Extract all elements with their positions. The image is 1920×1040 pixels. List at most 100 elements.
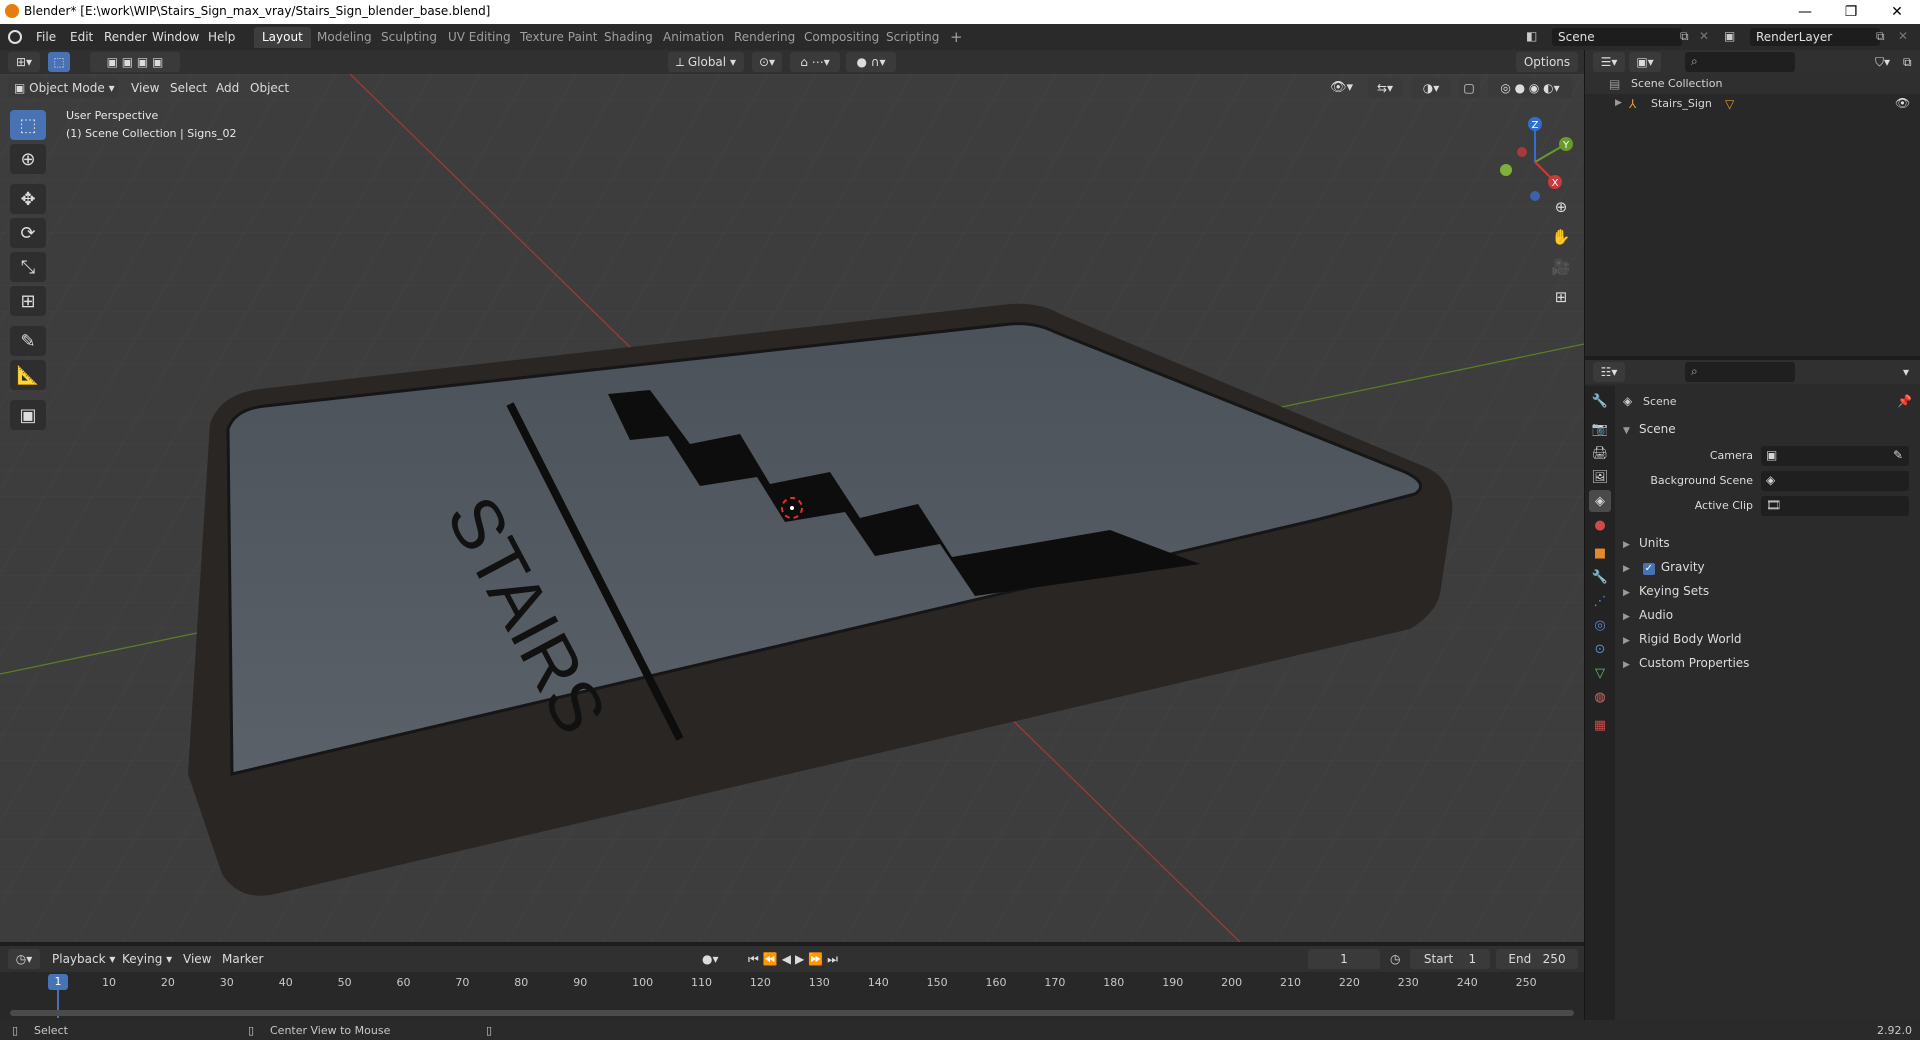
shading-mode-buttons[interactable]: ◎ ● ◉ ◐▾ — [1488, 78, 1572, 98]
camera-view-icon[interactable]: 🎥 — [1548, 254, 1574, 280]
new-collection-icon[interactable]: ⧉ — [1903, 52, 1912, 72]
select-box-tool[interactable]: ⬚ — [10, 110, 46, 140]
maximize-button[interactable]: ❐ — [1828, 0, 1874, 24]
perspective-toggle-icon[interactable]: ⊞ — [1548, 284, 1574, 310]
playhead-label[interactable]: 1 — [48, 974, 68, 990]
scene-panel-header[interactable]: ▼ Scene — [1623, 422, 1676, 436]
pan-hand-icon[interactable]: ✋ — [1548, 224, 1574, 250]
properties-search-input[interactable]: ⌕ — [1685, 362, 1795, 382]
xray-toggle[interactable]: ▢ — [1458, 78, 1480, 98]
outliner-editor-type[interactable]: ☰▾ — [1593, 52, 1625, 72]
gravity-section[interactable]: ▶ ✓ Gravity — [1623, 560, 1705, 575]
menu-marker[interactable]: Marker — [222, 949, 263, 969]
menu-playback[interactable]: Playback ▾ — [52, 949, 115, 969]
gizmo-toggle[interactable]: ⇆▾ — [1368, 78, 1402, 98]
expand-triangle-icon[interactable]: ▶ — [1615, 98, 1622, 108]
scene-field[interactable]: Scene — [1552, 28, 1682, 46]
tab-texture-paint[interactable]: Texture Paint — [512, 27, 605, 48]
physics-tab-icon[interactable]: ◎ — [1589, 614, 1611, 636]
overlays-toggle[interactable]: ◑▾ — [1412, 78, 1450, 98]
new-scene-icon[interactable]: ⧉ — [1680, 29, 1689, 44]
timeline-area[interactable]: 10 20 30 40 50 60 70 80 90 100 110 120 130 140 150 160 1… — [0, 972, 1584, 1020]
transform-orientation-dropdown[interactable]: ⟂ Global ▾ — [668, 52, 744, 72]
selection-mode-buttons[interactable]: ▣ ▣ ▣ ▣ — [90, 52, 180, 72]
timeline-editor-type[interactable]: ◷▾ — [8, 949, 40, 969]
custom-properties-section[interactable]: ▶ Custom Properties — [1623, 656, 1749, 670]
menu-file[interactable]: File — [30, 28, 62, 46]
tab-compositing[interactable]: Compositing — [796, 27, 887, 48]
measure-tool[interactable]: 📐 — [10, 360, 46, 390]
filter-icon[interactable]: ⛉▾ — [1875, 52, 1890, 72]
menu-help[interactable]: Help — [202, 28, 241, 46]
auto-keying-icon[interactable]: ●▾ — [702, 949, 719, 969]
properties-editor-type[interactable]: ☷▾ — [1593, 362, 1625, 382]
render-layer-icon[interactable]: ▣ — [1724, 29, 1735, 43]
output-tab-icon[interactable]: 🖨 — [1589, 442, 1611, 464]
render-layer-field[interactable]: RenderLayer — [1750, 28, 1880, 46]
snap-toggle[interactable]: ⌂ ⋯▾ — [790, 52, 840, 72]
current-frame-field[interactable]: 1 — [1308, 949, 1380, 969]
outliner-row-scene-collection[interactable]: ▤ Scene Collection — [1585, 74, 1920, 94]
move-tool[interactable]: ✥ — [10, 184, 46, 214]
tab-layout[interactable]: Layout — [254, 27, 311, 48]
active-clip-field[interactable]: 🎞 — [1761, 496, 1909, 516]
tab-scripting[interactable]: Scripting — [878, 27, 947, 48]
gizmo-neg-x-icon[interactable] — [1517, 147, 1527, 157]
preview-range-icon[interactable]: ◷ — [1390, 949, 1400, 969]
options-dropdown[interactable]: Options — [1516, 52, 1578, 72]
menu-add[interactable]: Add — [216, 78, 239, 98]
close-button[interactable]: ✕ — [1874, 0, 1920, 24]
blender-menu-icon[interactable] — [8, 30, 22, 44]
pin-icon[interactable]: 📌 — [1897, 394, 1912, 408]
3d-viewport[interactable]: STAIRS ▣ Object Mode ▾ View Select Add O… — [0, 74, 1584, 942]
end-frame-field[interactable]: End 250 — [1496, 949, 1578, 969]
tab-sculpting[interactable]: Sculpting — [373, 27, 445, 48]
modifier-tab-icon[interactable]: 🔧 — [1589, 566, 1611, 588]
rigid-body-world-section[interactable]: ▶ Rigid Body World — [1623, 632, 1742, 646]
menu-render[interactable]: Render — [98, 28, 153, 46]
gizmo-neg-y-icon[interactable] — [1500, 164, 1512, 176]
texture-tab-icon[interactable]: ▦ — [1589, 714, 1611, 736]
tab-animation[interactable]: Animation — [655, 27, 732, 48]
editor-type-button[interactable]: ⊞▾ — [8, 52, 40, 72]
keying-sets-section[interactable]: ▶ Keying Sets — [1623, 584, 1709, 598]
visibility-eye-icon[interactable]: 👁 — [1895, 96, 1910, 110]
navigation-gizmo[interactable]: Z Y X — [1490, 114, 1580, 204]
tab-rendering[interactable]: Rendering — [726, 27, 803, 48]
visibility-icon[interactable]: 👁▾ — [1330, 78, 1353, 98]
pivot-point-dropdown[interactable]: ⊙▾ — [752, 52, 782, 72]
tool-tab-icon[interactable]: 🔧 — [1589, 390, 1611, 412]
particles-tab-icon[interactable]: ⋰ — [1589, 590, 1611, 612]
minimize-button[interactable]: — — [1782, 0, 1828, 24]
menu-edit[interactable]: Edit — [64, 28, 99, 46]
outliner-search-input[interactable]: ⌕ — [1685, 52, 1795, 72]
mode-dropdown[interactable]: ▣ Object Mode ▾ — [8, 78, 118, 98]
zoom-icon[interactable]: ⊕ — [1548, 194, 1574, 220]
camera-field[interactable]: ▣ ✎ — [1761, 446, 1909, 466]
view-layer-tab-icon[interactable]: 🖼 — [1589, 466, 1611, 488]
cursor-tool[interactable]: ⊕ — [10, 144, 46, 174]
background-scene-field[interactable]: ◈ — [1761, 471, 1909, 491]
menu-window[interactable]: Window — [146, 28, 205, 46]
delete-scene-icon[interactable]: ✕ — [1699, 29, 1709, 43]
scale-tool[interactable]: ⤡ — [10, 252, 46, 282]
menu-keying[interactable]: Keying ▾ — [122, 949, 172, 969]
tab-modeling[interactable]: Modeling — [309, 27, 380, 48]
eyedropper-icon[interactable]: ✎ — [1893, 448, 1903, 462]
add-workspace-button[interactable]: + — [942, 27, 971, 48]
menu-select[interactable]: Select — [170, 78, 207, 98]
object-tab-icon[interactable]: ■ — [1589, 542, 1611, 564]
data-tab-icon[interactable]: ▽ — [1589, 662, 1611, 684]
annotate-tool[interactable]: ✎ — [10, 326, 46, 356]
delete-view-layer-icon[interactable]: ✕ — [1898, 29, 1908, 43]
display-mode-dropdown[interactable]: ▣▾ — [1629, 52, 1661, 72]
units-section[interactable]: ▶ Units — [1623, 536, 1670, 550]
new-view-layer-icon[interactable]: ⧉ — [1876, 29, 1885, 44]
menu-view[interactable]: View — [131, 78, 159, 98]
gizmo-neg-z-icon[interactable] — [1530, 191, 1540, 201]
gravity-checkbox[interactable]: ✓ — [1642, 563, 1655, 575]
select-tool-button[interactable]: ⬚ — [48, 52, 70, 72]
scene-tab-icon[interactable]: ◈ — [1589, 490, 1611, 512]
material-tab-icon[interactable]: ◍ — [1589, 686, 1611, 708]
playback-controls[interactable]: ⏮⏪◀▶⏩⏭ — [748, 949, 842, 969]
